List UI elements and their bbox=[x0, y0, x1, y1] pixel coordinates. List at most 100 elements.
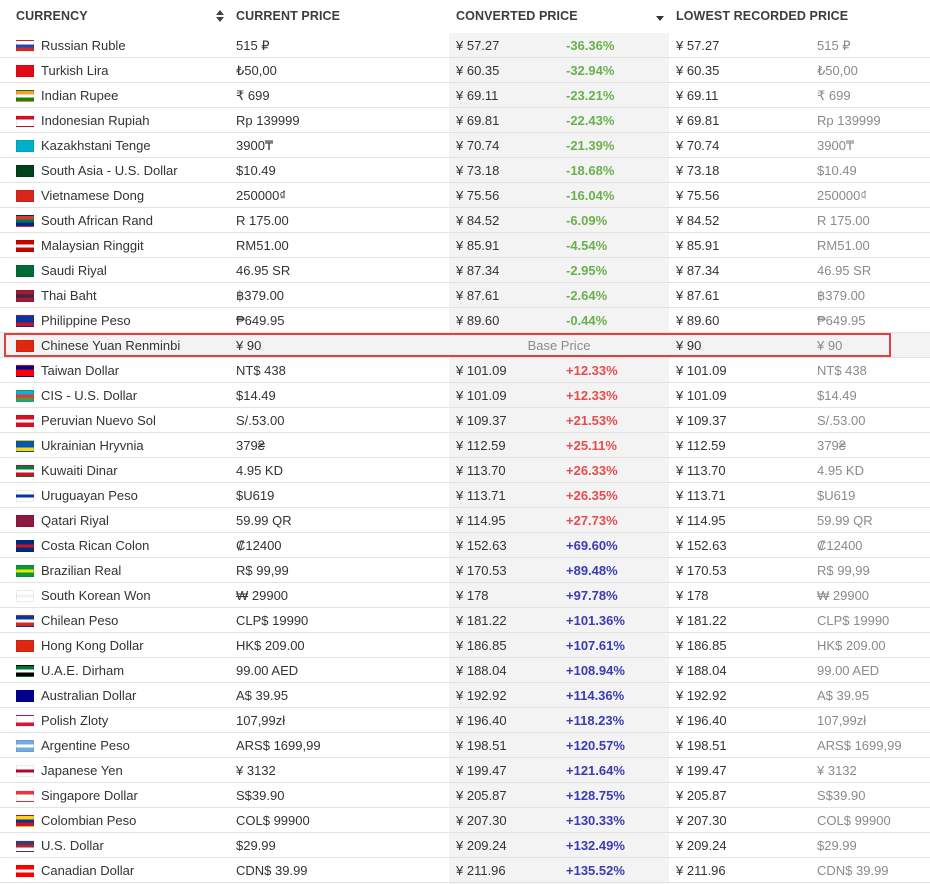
flag-icon bbox=[16, 290, 34, 302]
table-row[interactable]: Turkish Lira ₺50,00 ¥ 60.35 -32.94% ¥ 60.35 ₺… bbox=[0, 58, 930, 83]
currency-name: Ukrainian Hryvnia bbox=[41, 438, 144, 453]
table-row[interactable]: Costa Rican Colon ₡12400 ¥ 152.63 +69.60% ¥ … bbox=[0, 533, 930, 558]
table-row[interactable]: Kazakhstani Tenge 3900₸ ¥ 70.74 -21.39% ¥ 70… bbox=[0, 133, 930, 158]
lowest-converted-price: ¥ 70.74 bbox=[676, 138, 720, 153]
current-price: R$ 99,99 bbox=[236, 563, 289, 578]
price-difference-percent: -6.09% bbox=[566, 213, 608, 228]
price-difference-percent: -4.54% bbox=[566, 238, 608, 253]
lowest-recorded-price: ¥ 3132 bbox=[817, 763, 857, 778]
header-converted-price[interactable]: CONVERTED PRICE bbox=[456, 9, 578, 23]
current-price: ₱649.95 bbox=[236, 313, 285, 328]
flag-icon bbox=[16, 840, 34, 852]
table-row[interactable]: Saudi Riyal 46.95 SR ¥ 87.34 -2.95% ¥ 87.34 4… bbox=[0, 258, 930, 283]
table-row[interactable]: Russian Ruble 515 ₽ ¥ 57.27 -36.36% ¥ 57.27 5… bbox=[0, 33, 930, 58]
converted-price: ¥ 198.51 bbox=[456, 738, 507, 753]
table-row[interactable]: U.S. Dollar $29.99 ¥ 209.24 +132.49% ¥ 209.2… bbox=[0, 833, 930, 858]
sort-desc-icon[interactable] bbox=[656, 16, 664, 21]
flag-icon bbox=[16, 165, 34, 177]
price-difference-percent: +108.94% bbox=[566, 663, 625, 678]
converted-price: ¥ 181.22 bbox=[456, 613, 507, 628]
converted-price: ¥ 186.85 bbox=[456, 638, 507, 653]
currency-name: Taiwan Dollar bbox=[41, 363, 120, 378]
lowest-recorded-price: ฿379.00 bbox=[817, 288, 866, 303]
flag-icon-image bbox=[16, 765, 34, 777]
table-row[interactable]: Chilean Peso CLP$ 19990 ¥ 181.22 +101.36% ¥ … bbox=[0, 608, 930, 633]
table-row[interactable]: Kuwaiti Dinar 4.95 KD ¥ 113.70 +26.33% ¥ 113… bbox=[0, 458, 930, 483]
table-row[interactable]: Hong Kong Dollar HK$ 209.00 ¥ 186.85 +107.6… bbox=[0, 633, 930, 658]
table-row[interactable]: Ukrainian Hryvnia 379₴ ¥ 112.59 +25.11% ¥ 11… bbox=[0, 433, 930, 458]
currency-name: Colombian Peso bbox=[41, 813, 137, 828]
table-row[interactable]: CIS - U.S. Dollar $14.49 ¥ 101.09 +12.33% ¥ … bbox=[0, 383, 930, 408]
flag-icon bbox=[16, 790, 34, 802]
flag-icon bbox=[16, 665, 34, 677]
flag-icon-image bbox=[16, 540, 34, 552]
flag-icon-image bbox=[16, 740, 34, 752]
flag-icon bbox=[16, 440, 34, 452]
table-row[interactable]: Argentine Peso ARS$ 1699,99 ¥ 198.51 +120.5… bbox=[0, 733, 930, 758]
table-row[interactable]: Colombian Peso COL$ 99900 ¥ 207.30 +130.33%… bbox=[0, 808, 930, 833]
table-row[interactable]: Indian Rupee ₹ 699 ¥ 69.11 -23.21% ¥ 69.11 ₹ … bbox=[0, 83, 930, 108]
converted-price: ¥ 69.81 bbox=[456, 113, 500, 128]
table-row[interactable]: Taiwan Dollar NT$ 438 ¥ 101.09 +12.33% ¥ 101… bbox=[0, 358, 930, 383]
lowest-recorded-price: ₹ 699 bbox=[817, 88, 851, 103]
table-row-base[interactable]: Chinese Yuan Renminbi ¥ 90 Base Price ¥ 90 ¥… bbox=[0, 333, 930, 358]
current-price: ₩ 29900 bbox=[236, 588, 289, 603]
table-row[interactable]: Australian Dollar A$ 39.95 ¥ 192.92 +114.36… bbox=[0, 683, 930, 708]
table-row[interactable]: South Korean Won ₩ 29900 ¥ 178 +97.78% ¥ 178… bbox=[0, 583, 930, 608]
table-row[interactable]: Thai Baht ฿379.00 ¥ 87.61 -2.64% ¥ 87.61 ฿379… bbox=[0, 283, 930, 308]
current-price: S/.53.00 bbox=[236, 413, 285, 428]
table-row[interactable]: U.A.E. Dirham 99.00 AED ¥ 188.04 +108.94% ¥ … bbox=[0, 658, 930, 683]
lowest-recorded-price: ₩ 29900 bbox=[817, 588, 870, 603]
converted-price: ¥ 209.24 bbox=[456, 838, 507, 853]
converted-price: ¥ 192.92 bbox=[456, 688, 507, 703]
header-currency[interactable]: CURRENCY bbox=[16, 9, 88, 23]
table-row[interactable]: Polish Zloty 107,99zł ¥ 196.40 +118.23% ¥ 19… bbox=[0, 708, 930, 733]
currency-name: Turkish Lira bbox=[41, 63, 109, 78]
flag-icon bbox=[16, 540, 34, 552]
lowest-recorded-price: 4.95 KD bbox=[817, 463, 864, 478]
table-row[interactable]: Brazilian Real R$ 99,99 ¥ 170.53 +89.48% ¥ 1… bbox=[0, 558, 930, 583]
table-row[interactable]: Japanese Yen ¥ 3132 ¥ 199.47 +121.64% ¥ 199.… bbox=[0, 758, 930, 783]
currency-name: Chinese Yuan Renminbi bbox=[41, 338, 181, 353]
currency-name: Peruvian Nuevo Sol bbox=[41, 413, 156, 428]
table-row[interactable]: Philippine Peso ₱649.95 ¥ 89.60 -0.44% ¥ 89.… bbox=[0, 308, 930, 333]
flag-icon-image bbox=[16, 515, 34, 527]
converted-price: ¥ 85.91 bbox=[456, 238, 500, 253]
lowest-converted-price: ¥ 75.56 bbox=[676, 188, 720, 203]
currency-name: Hong Kong Dollar bbox=[41, 638, 144, 653]
flag-icon bbox=[16, 265, 34, 277]
flag-icon-image bbox=[16, 265, 34, 277]
table-row[interactable]: Indonesian Rupiah Rp 139999 ¥ 69.81 -22.43%… bbox=[0, 108, 930, 133]
currency-name: Japanese Yen bbox=[41, 763, 123, 778]
lowest-converted-price: ¥ 207.30 bbox=[676, 813, 727, 828]
header-lowest-recorded-price[interactable]: LOWEST RECORDED PRICE bbox=[676, 9, 848, 23]
table-row[interactable]: Uruguayan Peso $U619 ¥ 113.71 +26.35% ¥ 113.… bbox=[0, 483, 930, 508]
flag-icon bbox=[16, 90, 34, 102]
table-row[interactable]: South Asia - U.S. Dollar $10.49 ¥ 73.18 -18… bbox=[0, 158, 930, 183]
table-row[interactable]: Vietnamese Dong 250000₫ ¥ 75.56 -16.04% ¥ 75… bbox=[0, 183, 930, 208]
table-row[interactable]: Canadian Dollar CDN$ 39.99 ¥ 211.96 +135.52… bbox=[0, 858, 930, 883]
table-row[interactable]: Qatari Riyal 59.99 QR ¥ 114.95 +27.73% ¥ 114… bbox=[0, 508, 930, 533]
current-price: $29.99 bbox=[236, 838, 276, 853]
currency-name: Philippine Peso bbox=[41, 313, 131, 328]
converted-price: ¥ 60.35 bbox=[456, 63, 500, 78]
lowest-recorded-price: 515 ₽ bbox=[817, 38, 851, 53]
current-price: S$39.90 bbox=[236, 788, 285, 803]
lowest-recorded-price: ₺50,00 bbox=[817, 63, 858, 78]
table-row[interactable]: Singapore Dollar S$39.90 ¥ 205.87 +128.75% ¥… bbox=[0, 783, 930, 808]
flag-icon-image bbox=[16, 615, 34, 627]
price-difference-percent: +12.33% bbox=[566, 363, 618, 378]
currency-name: Malaysian Ringgit bbox=[41, 238, 144, 253]
converted-price: ¥ 89.60 bbox=[456, 313, 500, 328]
sort-up-down-icon[interactable] bbox=[215, 10, 225, 24]
table-row[interactable]: Peruvian Nuevo Sol S/.53.00 ¥ 109.37 +21.53… bbox=[0, 408, 930, 433]
flag-icon-image bbox=[16, 640, 34, 652]
table-row[interactable]: Malaysian Ringgit RM51.00 ¥ 85.91 -4.54% ¥ 8… bbox=[0, 233, 930, 258]
price-difference-percent: +26.35% bbox=[566, 488, 618, 503]
price-difference-percent: -2.64% bbox=[566, 288, 608, 303]
header-current-price[interactable]: CURRENT PRICE bbox=[236, 9, 340, 23]
currency-name: Kuwaiti Dinar bbox=[41, 463, 118, 478]
flag-icon-image bbox=[16, 240, 34, 252]
converted-price: ¥ 75.56 bbox=[456, 188, 500, 203]
table-row[interactable]: South African Rand R 175.00 ¥ 84.52 -6.09% ¥… bbox=[0, 208, 930, 233]
